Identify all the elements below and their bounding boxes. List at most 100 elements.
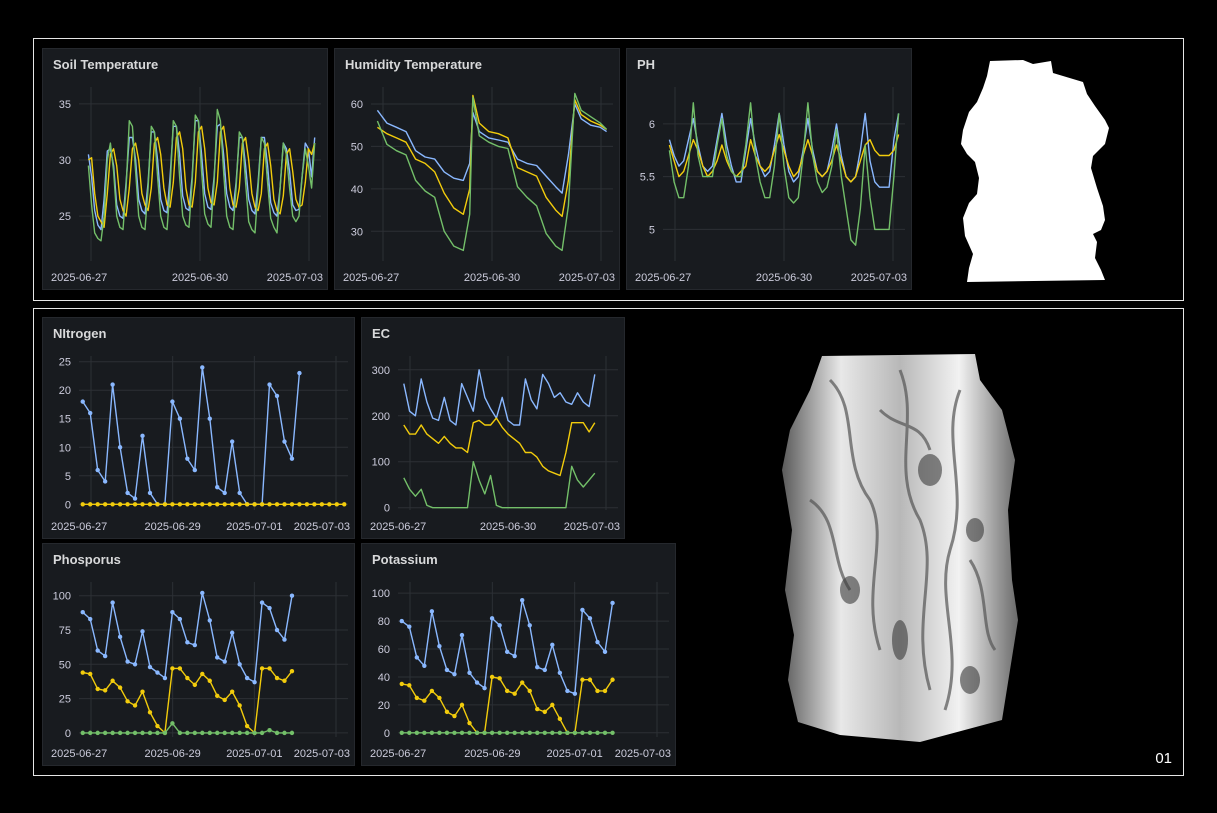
series-line-green (403, 461, 596, 509)
data-point-blue (452, 671, 457, 677)
x-tick-label: 2025-07-03 (267, 272, 323, 284)
data-point-blue (504, 649, 510, 655)
data-point-blue (512, 653, 517, 659)
data-point-yellow (80, 502, 85, 507)
data-point-yellow (289, 668, 295, 674)
data-point-yellow (229, 502, 235, 507)
data-point-yellow (252, 502, 257, 507)
data-point-yellow (95, 686, 100, 692)
y-tick-label: 5 (65, 471, 71, 483)
x-tick-label: 2025-06-30 (756, 272, 812, 284)
data-point-yellow (259, 666, 265, 671)
data-point-yellow (110, 678, 115, 683)
data-point-blue (177, 616, 183, 622)
data-point-yellow (429, 688, 435, 694)
data-point-yellow (200, 502, 205, 507)
data-point-yellow (289, 502, 295, 507)
x-tick-label: 2025-06-27 (370, 748, 426, 760)
data-point-yellow (222, 697, 227, 703)
data-point-green (489, 730, 495, 736)
y-tick-label: 0 (384, 503, 390, 515)
potassium-panel: Potassium 0 20 40 60 80 100 2025-06-27 2025-06-… (361, 543, 676, 766)
data-point-yellow (185, 675, 190, 681)
data-point-yellow (162, 502, 168, 507)
data-point-blue (542, 667, 547, 673)
data-point-blue (200, 590, 205, 596)
data-point-blue (459, 632, 465, 638)
sculpture-image (782, 354, 1018, 742)
data-point-green (117, 730, 123, 736)
data-point-yellow (192, 682, 198, 688)
x-tick-label: 2025-06-27 (343, 272, 399, 284)
data-point-green (550, 730, 555, 736)
data-point-blue (215, 484, 220, 490)
data-point-yellow (237, 703, 242, 708)
data-point-yellow (267, 666, 272, 671)
data-point-yellow (125, 699, 130, 704)
data-point-yellow (274, 675, 280, 681)
data-point-yellow (550, 702, 555, 708)
data-point-yellow (334, 502, 339, 507)
data-point-yellow (282, 678, 287, 683)
soil-temperature-chart: 25 30 35 2025-06-27 2025-06-30 2025-07-03 (51, 87, 323, 284)
x-tick-label: 2025-06-29 (145, 521, 201, 533)
data-point-yellow (192, 502, 198, 507)
data-point-green (102, 730, 108, 736)
data-point-green (147, 730, 153, 736)
data-point-green (132, 730, 138, 736)
data-point-blue (102, 479, 108, 484)
y-tick-label: 25 (59, 357, 71, 369)
data-point-yellow (527, 688, 532, 694)
data-point-yellow (155, 502, 160, 507)
y-tick-label: 100 (372, 588, 390, 600)
x-tick-label: 2025-06-27 (51, 748, 107, 760)
data-point-blue (437, 644, 442, 649)
data-point-green (110, 730, 115, 736)
data-point-yellow (267, 502, 272, 507)
y-tick-label: 50 (59, 659, 71, 671)
data-point-blue (252, 679, 257, 685)
data-point-yellow (229, 689, 235, 694)
data-point-green (444, 730, 450, 736)
data-point-yellow (132, 703, 138, 708)
series-line-yellow (403, 417, 596, 477)
data-point-green (565, 730, 570, 736)
x-tick-label: 2025-07-03 (294, 521, 350, 533)
data-point-blue (117, 634, 123, 640)
data-point-blue (497, 623, 502, 628)
data-point-green (289, 730, 295, 736)
data-point-blue (565, 688, 570, 694)
data-point-yellow (274, 502, 280, 507)
data-point-green (497, 730, 502, 736)
data-point-green (407, 730, 412, 736)
data-point-yellow (117, 685, 123, 690)
data-point-blue (237, 490, 242, 496)
x-tick-label: 2025-06-29 (145, 748, 201, 760)
data-point-blue (170, 609, 175, 615)
data-point-green (459, 730, 465, 736)
data-point-green (414, 730, 420, 736)
data-point-blue (140, 629, 145, 634)
data-point-yellow (110, 502, 115, 507)
data-point-blue (125, 490, 130, 496)
x-tick-label: 2025-07-01 (547, 748, 603, 760)
x-tick-label: 2025-07-03 (851, 272, 907, 284)
data-point-blue (222, 490, 227, 496)
data-point-blue (282, 439, 287, 444)
x-tick-label: 2025-06-30 (464, 272, 520, 284)
data-point-yellow (444, 709, 450, 715)
data-point-blue (535, 664, 540, 670)
data-point-yellow (407, 683, 412, 688)
humidity-temperature-panel: Humidity Temperature 30 40 50 60 2025-06-27 2… (334, 48, 620, 290)
data-point-blue (237, 662, 242, 667)
data-point-green (399, 730, 404, 736)
data-point-blue (88, 616, 93, 622)
data-point-green (504, 730, 510, 736)
y-tick-label: 75 (59, 625, 71, 637)
data-point-green (229, 730, 235, 736)
data-point-yellow (520, 680, 525, 685)
series-line-blue (403, 369, 596, 426)
data-point-green (580, 730, 585, 736)
data-point-yellow (207, 678, 212, 683)
data-point-yellow (304, 502, 310, 507)
